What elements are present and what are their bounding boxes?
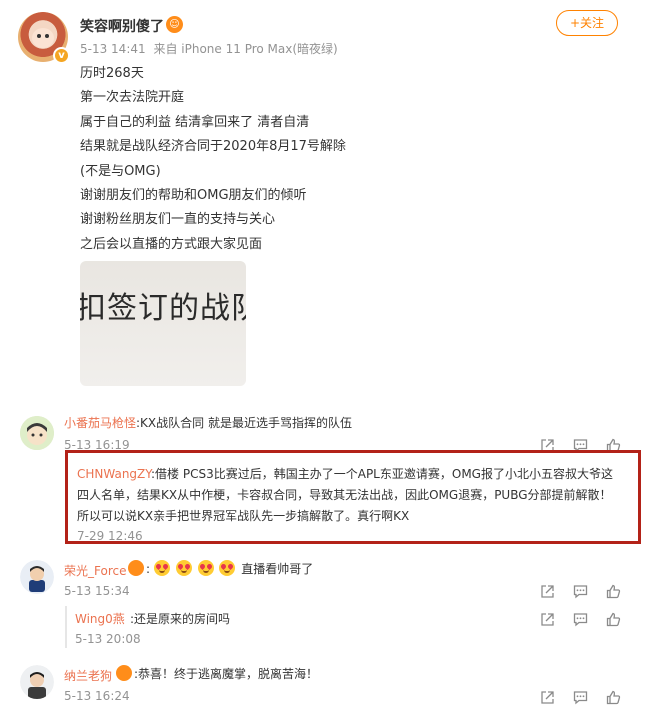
heart-eyes-emoji-icon [175,560,192,576]
comment-avatar[interactable] [20,416,54,450]
comment-actions [540,584,621,599]
heart-eyes-emoji-icon [197,560,214,576]
post-source: 来自 iPhone 11 Pro Max(暗夜绿) [153,42,338,56]
post-line: 谢谢朋友们的帮助和OMG朋友们的倾听 [80,188,307,204]
share-icon[interactable] [540,612,555,627]
commenter-name[interactable]: 纳兰老狗 [64,667,112,684]
comment-text: :恭喜！终于逃离魔掌，脱离苦海！ [116,665,318,682]
reply-line-3: 所以可以说KX亲手把世界冠军战队先一步搞解散了。真行啊KX [77,509,410,523]
author-name[interactable]: 笑容啊别傻了 [80,16,164,36]
sub-reply-time: 5-13 20:08 [75,632,141,646]
post-line: 第一次去法院开庭 [80,90,185,106]
vip-face-icon: ☺ [166,16,183,33]
reply-text: :借楼 PCS3比赛过后，韩国主办了一个APL东亚邀请赛，OMG报了小北小五容叔… [151,467,613,481]
emoji-icon [128,560,144,576]
share-icon[interactable] [540,584,555,599]
post-line: 属于自己的利益 结清拿回来了 清者自清 [80,114,310,130]
follow-button[interactable]: +关注 [556,10,618,36]
post-image-text: 扣签订的战队 [80,291,246,326]
share-icon[interactable] [540,690,555,705]
comment-time: 5-13 15:34 [64,584,130,598]
comment-text: : 直播看帅哥了 [128,560,313,577]
post-image[interactable]: 扣签订的战队 [80,261,246,386]
comment-actions [540,690,621,705]
post-line: 历时268天 [80,66,144,81]
comment-time: 5-13 16:24 [64,689,130,703]
post-meta: 5-13 14:41 来自 iPhone 11 Pro Max(暗夜绿) [80,40,338,57]
post-text: 历时268天 第一次去法院开庭 属于自己的利益 结清拿回来了 清者自清 结果就是… [80,62,346,257]
like-icon[interactable] [606,584,621,599]
heart-eyes-emoji-icon [153,560,170,576]
post-line: 结果就是战队经济合同于2020年8月17号解除 [80,139,346,155]
post-line: 之后会以直播的方式跟大家见面 [80,236,263,252]
sub-reply-author[interactable]: Wing0燕 [75,610,125,627]
comment-icon[interactable] [573,690,588,705]
comment-text-body: 直播看帅哥了 [241,562,314,576]
reply-line-1: CHNWangZY:借楼 PCS3比赛过后，韩国主办了一个APL东亚邀请赛，OM… [77,465,613,482]
heart-eyes-emoji-icon [219,560,236,576]
comment-avatar[interactable] [20,560,54,594]
post-line: 谢谢粉丝朋友们一直的支持与关心 [80,212,276,228]
comment-icon[interactable] [573,612,588,627]
comment-icon[interactable] [573,584,588,599]
sub-reply-actions [540,612,621,627]
emoji-icon [116,665,132,681]
verified-icon: v [53,47,70,64]
avatar-face [32,28,54,48]
comment-avatar[interactable] [20,665,54,699]
reply-time: 7-29 12:46 [77,529,143,543]
comment-text: :KX战队合同 就是最近选手骂指挥的队伍 [136,416,352,430]
reply-line-2: 四人名单，结果KX从中作梗，卡容叔合同，导致其无法出战，因此OMG退赛，PUBG… [77,488,612,502]
post-time[interactable]: 5-13 14:41 [80,42,146,56]
reply-author[interactable]: CHNWangZY [77,467,151,481]
like-icon[interactable] [606,690,621,705]
highlighted-reply: CHNWangZY:借楼 PCS3比赛过后，韩国主办了一个APL东亚邀请赛，OM… [65,450,641,544]
author-avatar[interactable]: v [18,12,70,64]
commenter-name[interactable]: 荣光_Force [64,562,126,579]
sub-reply-divider [65,606,67,648]
sub-reply-text: :还是原来的房间吗 [130,612,231,626]
comment-text-body: :恭喜！终于逃离魔掌，脱离苦海！ [134,667,319,681]
post-line: (不是与OMG) [80,163,161,179]
commenter-name[interactable]: 小番茄马枪怪 [64,414,136,431]
like-icon[interactable] [606,612,621,627]
